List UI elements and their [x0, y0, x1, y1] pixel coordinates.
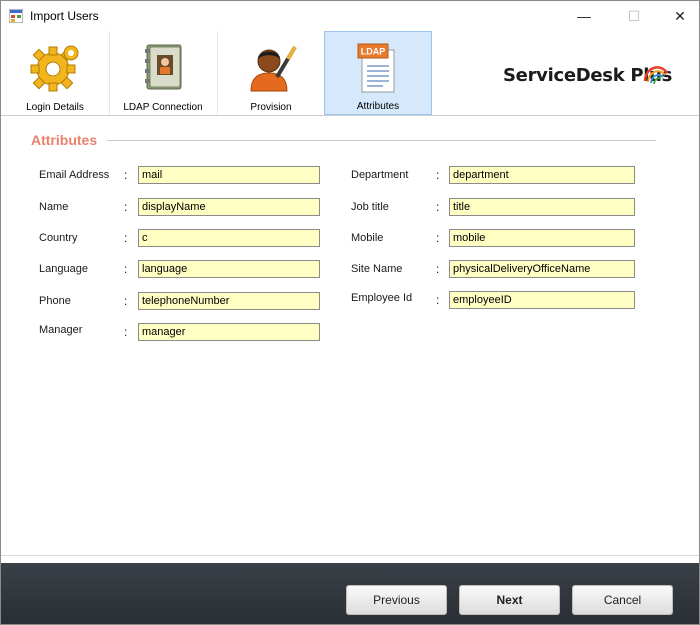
tab-label: LDAP Connection — [123, 102, 203, 113]
job-title-field[interactable] — [449, 198, 635, 216]
site-name-label: Site Name — [351, 263, 403, 275]
cancel-button[interactable]: Cancel — [572, 585, 673, 615]
address-book-icon — [145, 44, 182, 90]
manager-label: Manager — [39, 324, 83, 336]
phone-field[interactable] — [138, 292, 320, 310]
employee-id-colon: : — [436, 293, 440, 307]
manager-field[interactable] — [138, 323, 320, 341]
maximize-button[interactable]: ☐ — [611, 1, 657, 31]
tab-provision[interactable]: Provision — [217, 31, 326, 115]
name-colon: : — [124, 200, 128, 214]
mobile-label: Mobile — [351, 232, 384, 244]
title-bar: Import Users — ☐ ✕ — [1, 1, 699, 31]
ldap-icon-text: LDAP — [361, 47, 386, 57]
country-label: Country — [39, 232, 78, 244]
phone-colon: : — [124, 294, 128, 308]
country-field[interactable] — [138, 229, 320, 247]
job-title-colon: : — [436, 200, 440, 214]
wizard-toolbar: Login Details LDAP Connection Provision … — [1, 31, 699, 116]
tab-attributes[interactable]: LDAP Attributes — [324, 31, 432, 115]
section-title: Attributes — [31, 132, 98, 148]
user-pen-icon — [250, 45, 297, 92]
country-colon: : — [124, 231, 128, 245]
ldap-document-icon: LDAP — [357, 43, 395, 93]
email-address-colon: : — [124, 168, 128, 182]
site-name-colon: : — [436, 262, 440, 276]
logo-swoosh-icon — [643, 66, 669, 85]
section-divider — [107, 140, 656, 141]
gear-icon — [30, 45, 79, 92]
minimize-button[interactable]: — — [561, 1, 607, 31]
tab-label: Login Details — [26, 102, 84, 113]
email-address-field[interactable] — [138, 166, 320, 184]
site-name-field[interactable] — [449, 260, 635, 278]
tab-label: Attributes — [356, 101, 400, 112]
job-title-label: Job title — [351, 201, 389, 213]
tab-login-details[interactable]: Login Details — [1, 31, 110, 115]
department-field[interactable] — [449, 166, 635, 184]
tab-ldap-connection[interactable]: LDAP Connection — [109, 31, 218, 115]
mobile-colon: : — [436, 231, 440, 245]
window-title: Import Users — [30, 9, 99, 23]
mobile-field[interactable] — [449, 229, 635, 247]
import-users-window: Import Users — ☐ ✕ Login Details LDAP Co… — [0, 0, 700, 625]
previous-button[interactable]: Previous — [346, 585, 447, 615]
name-label: Name — [39, 201, 69, 213]
close-button[interactable]: ✕ — [657, 1, 700, 31]
department-label: Department — [351, 169, 409, 181]
email-address-label: Email Address — [39, 169, 110, 181]
department-colon: : — [436, 168, 440, 182]
next-button[interactable]: Next — [459, 585, 560, 615]
content-bottom-divider — [1, 555, 699, 556]
employee-id-label: Employee Id — [351, 292, 413, 304]
name-field[interactable] — [138, 198, 320, 216]
app-icon — [9, 9, 23, 23]
phone-label: Phone — [39, 295, 71, 307]
language-label: Language — [39, 263, 88, 275]
language-field[interactable] — [138, 260, 320, 278]
language-colon: : — [124, 262, 128, 276]
employee-id-field[interactable] — [449, 291, 635, 309]
manager-colon: : — [124, 325, 128, 339]
tab-label: Provision — [250, 102, 292, 113]
